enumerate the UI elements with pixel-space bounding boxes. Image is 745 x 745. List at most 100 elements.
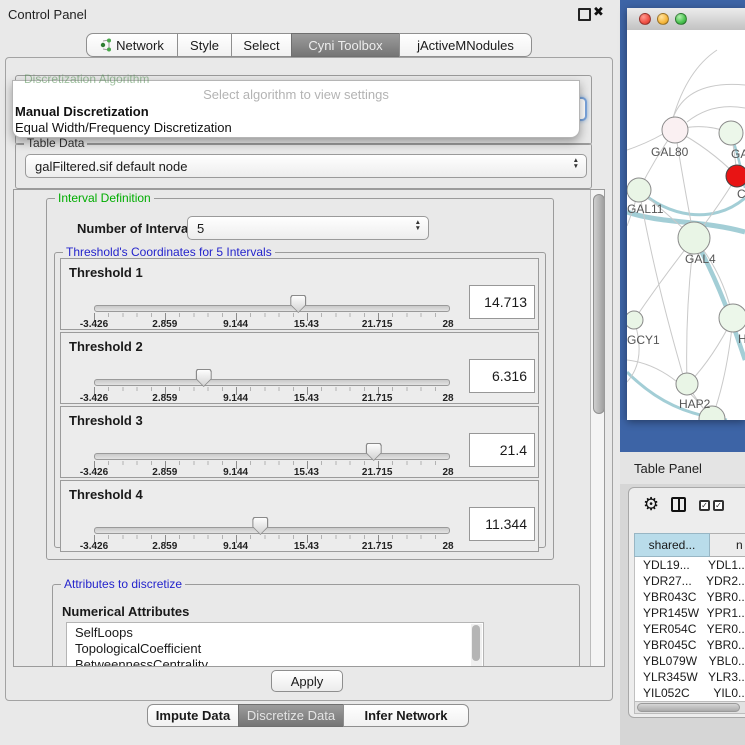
scrollbar-thumb[interactable] (593, 194, 605, 414)
column-header-shared[interactable]: shared... (634, 533, 710, 557)
table-row[interactable]: YLR345WYLR3... (635, 669, 745, 685)
table-cell[interactable]: YIL052C (635, 685, 708, 701)
table-cell[interactable]: YLR345W (635, 669, 703, 685)
right-side: GAL80 GA C GAL11 GAL4 GCY1 H HAP2 Table … (620, 0, 745, 745)
table-cell[interactable]: YBL0... (704, 653, 745, 669)
table-cell[interactable]: YDR27... (635, 573, 701, 589)
slider-scale: -3.4262.8599.14415.4321.71528 (94, 467, 448, 479)
table-cell[interactable]: YPR1... (702, 605, 745, 621)
list-scrollbar[interactable] (471, 624, 482, 667)
tick-label: 28 (442, 393, 453, 404)
table-row[interactable]: YER054CYER0... (635, 621, 745, 637)
tick-label: -3.426 (80, 393, 108, 404)
table-row[interactable]: YBL079WYBL0... (635, 653, 745, 669)
threshold-panel: Threshold 3 -3.4262.8599.14415.4321.7152… (60, 406, 539, 478)
node-label: GAL4 (685, 252, 716, 266)
numerical-attributes-label: Numerical Attributes (62, 604, 189, 619)
checkbox-icon[interactable]: ✓ (699, 500, 710, 511)
network-canvas[interactable]: GAL80 GA C GAL11 GAL4 GCY1 H HAP2 (627, 30, 745, 420)
tick-label: 28 (442, 319, 453, 330)
edge (687, 107, 745, 122)
cyni-toolbox-content: ▲▼ Table Data galFiltered.sif default no… (5, 57, 613, 701)
number-of-intervals-combobox[interactable]: 5 ▲▼ (187, 216, 429, 240)
attributes-list[interactable]: SelfLoops TopologicalCoefficient Between… (66, 622, 484, 667)
table-cell[interactable]: YIL0... (708, 685, 745, 701)
table-hscrollbar[interactable] (634, 701, 745, 714)
tab-network[interactable]: Network (86, 33, 178, 57)
node-label: GAL80 (651, 145, 689, 159)
slider-scale: -3.4262.8599.14415.4321.71528 (94, 393, 448, 405)
threshold-value-field[interactable]: 11.344 (469, 507, 535, 541)
threshold-value-field[interactable]: 21.4 (469, 433, 535, 467)
tab-style[interactable]: Style (177, 33, 232, 57)
table-cell[interactable]: YBR0... (702, 637, 745, 653)
popup-item-manual[interactable]: Manual Discretization (15, 104, 149, 119)
node-hap2 (676, 373, 698, 395)
tab-infer-network[interactable]: Infer Network (343, 704, 469, 727)
table-cell[interactable]: YBR043C (635, 589, 702, 605)
slider-track[interactable] (94, 453, 450, 460)
threshold-value-field[interactable]: 6.316 (469, 359, 535, 393)
slider-track[interactable] (94, 379, 450, 386)
popup-item-equal-width[interactable]: Equal Width/Frequency Discretization (15, 120, 232, 135)
slider-track[interactable] (94, 305, 450, 312)
network-window-titlebar[interactable] (627, 8, 745, 31)
node-label: GA (731, 147, 745, 161)
table-cell[interactable]: YBL079W (635, 653, 704, 669)
float-icon[interactable] (578, 8, 591, 21)
checkbox-icon[interactable]: ✓ (713, 500, 724, 511)
table-cell[interactable]: YDR2... (701, 573, 745, 589)
slider-track[interactable] (94, 527, 450, 534)
tab-impute-data[interactable]: Impute Data (147, 704, 239, 727)
tick-label: 15.43 (294, 541, 319, 552)
threshold-value-field[interactable]: 14.713 (469, 285, 535, 319)
node-gal4 (678, 222, 710, 254)
node-label: H (738, 332, 745, 346)
scrollbar-thumb[interactable] (637, 703, 740, 712)
tab-cyni-toolbox[interactable]: Cyni Toolbox (291, 33, 400, 57)
close-traffic-icon[interactable] (639, 13, 651, 25)
network-icon (100, 38, 112, 52)
table-cell[interactable]: YPR145W (635, 605, 702, 621)
table-cell[interactable]: YER054C (635, 621, 702, 637)
stepper-icon: ▲▼ (415, 220, 421, 231)
threshold-panel: Threshold 4 -3.4262.8599.14415.4321.7152… (60, 480, 539, 552)
close-icon[interactable]: ✖ (593, 4, 604, 20)
table-cell[interactable]: YDL1... (703, 557, 745, 573)
table-row[interactable]: YIL052CYIL0... (635, 685, 745, 701)
tick-label: 21.715 (362, 467, 393, 478)
zoom-traffic-icon[interactable] (675, 13, 687, 25)
node-gal80 (662, 117, 688, 143)
minimize-traffic-icon[interactable] (657, 13, 669, 25)
table-cell[interactable]: YER0... (702, 621, 745, 637)
settings-scroll-pane: Interval Definition Number of Intervals … (13, 189, 605, 667)
list-item[interactable]: BetweennessCentrality (75, 657, 483, 667)
columns-icon[interactable] (671, 497, 686, 512)
tab-label: Style (190, 38, 219, 53)
column-header-name[interactable]: n (710, 533, 745, 557)
table-row[interactable]: YPR145WYPR1... (635, 605, 745, 621)
tab-select[interactable]: Select (231, 33, 292, 57)
table-cell[interactable]: YBR045C (635, 637, 702, 653)
table-cell[interactable]: YLR3... (703, 669, 745, 685)
tab-jactivemnodules[interactable]: jActiveMNodules (399, 33, 532, 57)
table-row[interactable]: YBR045CYBR0... (635, 637, 745, 653)
table-row[interactable]: YBR043CYBR0... (635, 589, 745, 605)
table-row[interactable]: YDR27...YDR2... (635, 573, 745, 589)
threshold-label: Threshold 4 (69, 487, 143, 502)
list-item[interactable]: TopologicalCoefficient (75, 641, 483, 657)
tab-discretize-data[interactable]: Discretize Data (238, 704, 344, 727)
tab-label: Network (116, 38, 164, 53)
node (719, 304, 745, 332)
table-body[interactable]: YDL19...YDL1...YDR27...YDR2...YBR043CYBR… (634, 557, 745, 701)
table-cell[interactable]: YDL19... (635, 557, 703, 573)
table-data-combobox[interactable]: galFiltered.sif default node ▲▼ (25, 154, 587, 178)
list-item[interactable]: SelfLoops (75, 625, 483, 641)
tick-label: 9.144 (223, 393, 248, 404)
pane-scrollbar[interactable] (590, 190, 605, 667)
table-cell[interactable]: YBR0... (702, 589, 745, 605)
apply-button[interactable]: Apply (271, 670, 343, 692)
table-row[interactable]: YDL19...YDL1... (635, 557, 745, 573)
gear-icon[interactable]: ⚙ (643, 494, 659, 515)
threshold-label: Threshold 3 (69, 413, 143, 428)
